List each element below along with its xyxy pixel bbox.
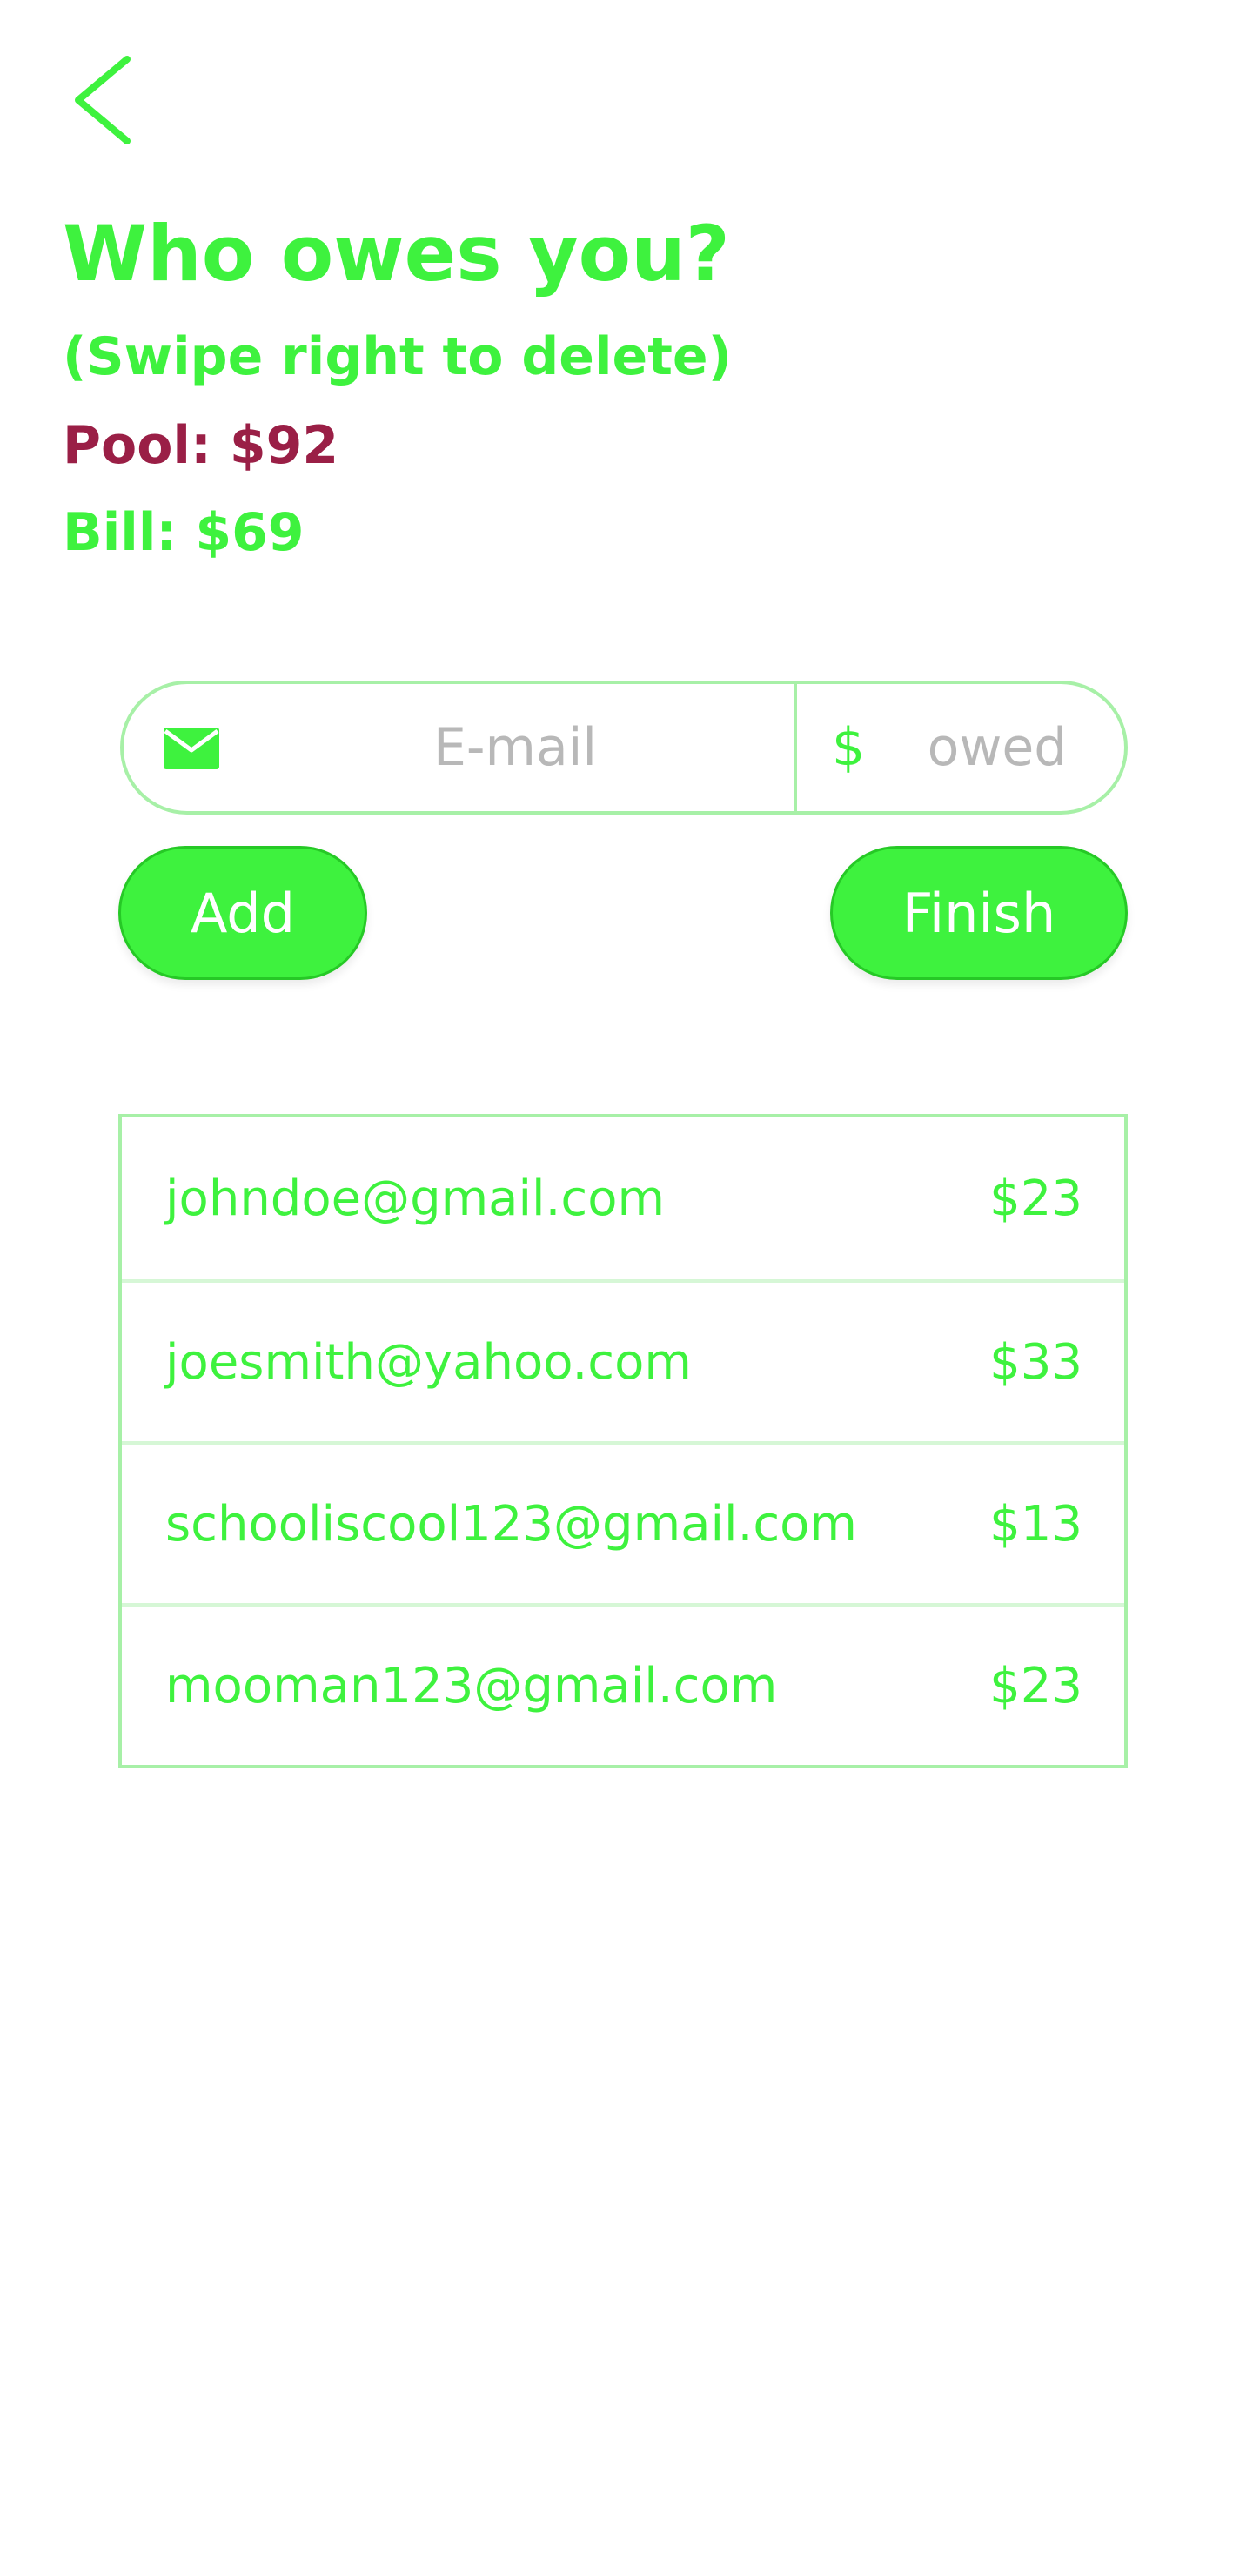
page-title: Who owes you? [63, 209, 730, 299]
debtor-input-group: $ [120, 681, 1128, 815]
finish-button[interactable]: Finish [830, 846, 1128, 980]
chevron-left-icon [75, 56, 131, 144]
debtor-list: johndoe@gmail.com $23 joesmith@yahoo.com… [118, 1114, 1128, 1768]
add-button[interactable]: Add [118, 846, 367, 980]
debtor-amount: $13 [989, 1495, 1082, 1553]
pool-total: Pool: $92 [63, 415, 339, 476]
email-input[interactable] [263, 684, 767, 811]
mail-icon [164, 728, 219, 769]
email-field [124, 684, 797, 811]
dollar-sign: $ [832, 717, 866, 778]
owed-input[interactable] [893, 684, 1102, 811]
page-subtitle: (Swipe right to delete) [63, 326, 733, 387]
debtor-amount: $23 [989, 1170, 1082, 1227]
bill-total: Bill: $69 [63, 502, 305, 563]
debtor-amount: $23 [989, 1657, 1082, 1714]
back-button[interactable] [61, 52, 139, 148]
list-item[interactable]: joesmith@yahoo.com $33 [122, 1279, 1124, 1441]
owed-field: $ [797, 684, 1124, 811]
debtor-email: joesmith@yahoo.com [165, 1333, 692, 1391]
debtor-email: schooliscool123@gmail.com [165, 1495, 857, 1553]
debtor-email: johndoe@gmail.com [165, 1170, 665, 1227]
debtor-email: mooman123@gmail.com [165, 1657, 778, 1714]
debtor-amount: $33 [989, 1333, 1082, 1391]
list-item[interactable]: mooman123@gmail.com $23 [122, 1603, 1124, 1765]
list-item[interactable]: johndoe@gmail.com $23 [122, 1117, 1124, 1279]
list-item[interactable]: schooliscool123@gmail.com $13 [122, 1441, 1124, 1603]
